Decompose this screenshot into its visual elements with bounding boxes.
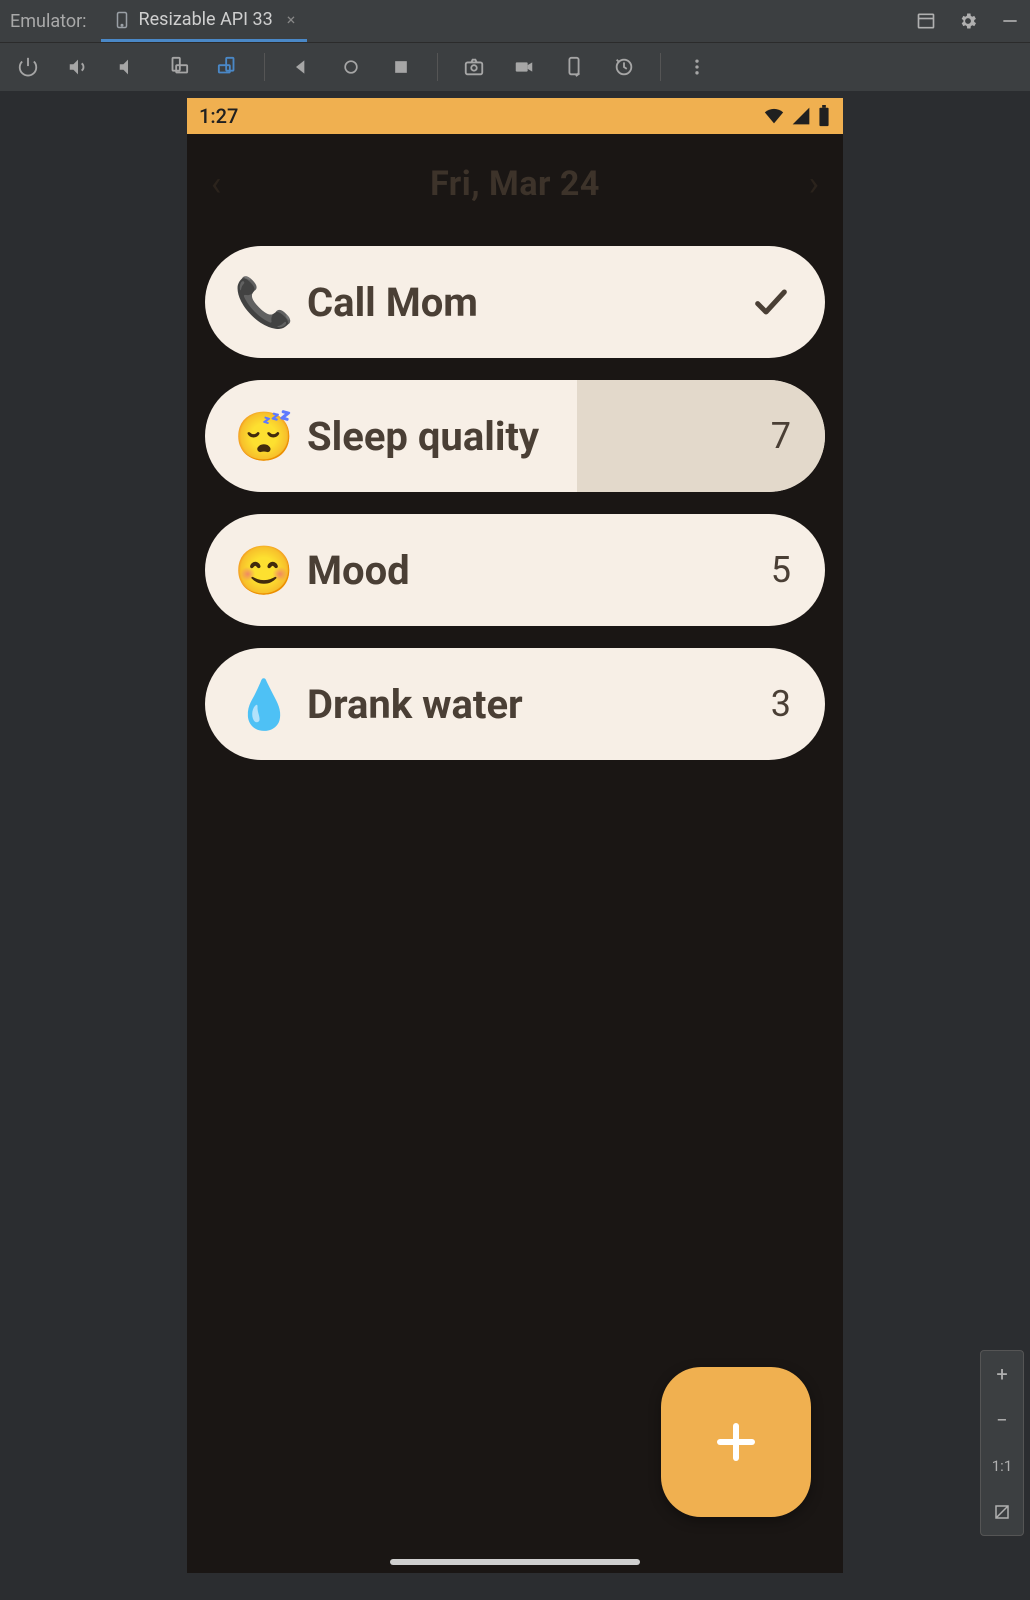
- ide-titlebar: Emulator: Resizable API 33 ×: [0, 0, 1030, 43]
- record-icon[interactable]: [510, 53, 538, 81]
- signal-icon: [791, 106, 811, 126]
- mood-icon: 😊: [231, 542, 297, 599]
- emulator-tab[interactable]: Resizable API 33 ×: [101, 0, 308, 42]
- volume-up-icon[interactable]: [64, 53, 92, 81]
- more-icon[interactable]: [683, 53, 711, 81]
- toolbar-separator: [437, 53, 438, 81]
- habit-label: Call Mom: [307, 279, 478, 326]
- status-bar: 1:27: [187, 98, 843, 134]
- toolbar-separator: [660, 53, 661, 81]
- add-button[interactable]: [661, 1367, 811, 1517]
- habit-list: 📞 Call Mom 😴 Sleep quality 7 😊 Mood 5 💧 …: [187, 234, 843, 760]
- device-frame: 1:27 ‹ Fri, Mar 24 › 📞 Call Mom: [187, 98, 843, 1573]
- status-clock: 1:27: [199, 104, 238, 128]
- habit-label: Mood: [307, 547, 410, 594]
- habit-value: 7: [771, 415, 791, 457]
- device-frame-icon[interactable]: [560, 53, 588, 81]
- back-icon[interactable]: [287, 53, 315, 81]
- habit-card-mood[interactable]: 😊 Mood 5: [205, 514, 825, 626]
- window-icon[interactable]: [916, 11, 936, 31]
- phone-icon: 📞: [231, 274, 297, 331]
- rotate-left-icon[interactable]: [164, 53, 192, 81]
- water-icon: 💧: [231, 676, 297, 733]
- chevron-left-icon[interactable]: ‹: [211, 164, 221, 204]
- chevron-right-icon[interactable]: ›: [809, 164, 819, 204]
- power-icon[interactable]: [14, 53, 42, 81]
- habit-card-drank-water[interactable]: 💧 Drank water 3: [205, 648, 825, 760]
- emulator-toolbar: [0, 43, 1030, 91]
- habit-value: 3: [771, 683, 791, 725]
- minimize-icon[interactable]: [1000, 11, 1020, 31]
- date-header: ‹ Fri, Mar 24 ›: [187, 134, 843, 234]
- habit-label: Sleep quality: [307, 413, 539, 460]
- date-label: Fri, Mar 24: [430, 164, 600, 204]
- ide-title: Emulator:: [10, 11, 101, 32]
- wifi-icon: [763, 105, 785, 127]
- close-tab-icon[interactable]: ×: [287, 10, 296, 29]
- habit-label: Drank water: [307, 681, 523, 728]
- home-icon[interactable]: [337, 53, 365, 81]
- screenshot-icon[interactable]: [460, 53, 488, 81]
- habit-card-call-mom[interactable]: 📞 Call Mom: [205, 246, 825, 358]
- device-icon: [113, 11, 131, 29]
- habit-value: 5: [771, 549, 791, 591]
- sleep-icon: 😴: [231, 408, 297, 465]
- volume-down-icon[interactable]: [114, 53, 142, 81]
- plus-icon: [712, 1418, 760, 1466]
- emulator-tab-label: Resizable API 33: [139, 9, 273, 30]
- gear-icon[interactable]: [958, 11, 978, 31]
- overview-icon[interactable]: [387, 53, 415, 81]
- battery-icon: [817, 105, 831, 127]
- snapshots-icon[interactable]: [610, 53, 638, 81]
- toolbar-separator: [264, 53, 265, 81]
- rotate-right-icon[interactable]: [214, 53, 242, 81]
- habit-card-sleep-quality[interactable]: 😴 Sleep quality 7: [205, 380, 825, 492]
- home-indicator[interactable]: [390, 1559, 640, 1565]
- check-icon: [751, 282, 791, 322]
